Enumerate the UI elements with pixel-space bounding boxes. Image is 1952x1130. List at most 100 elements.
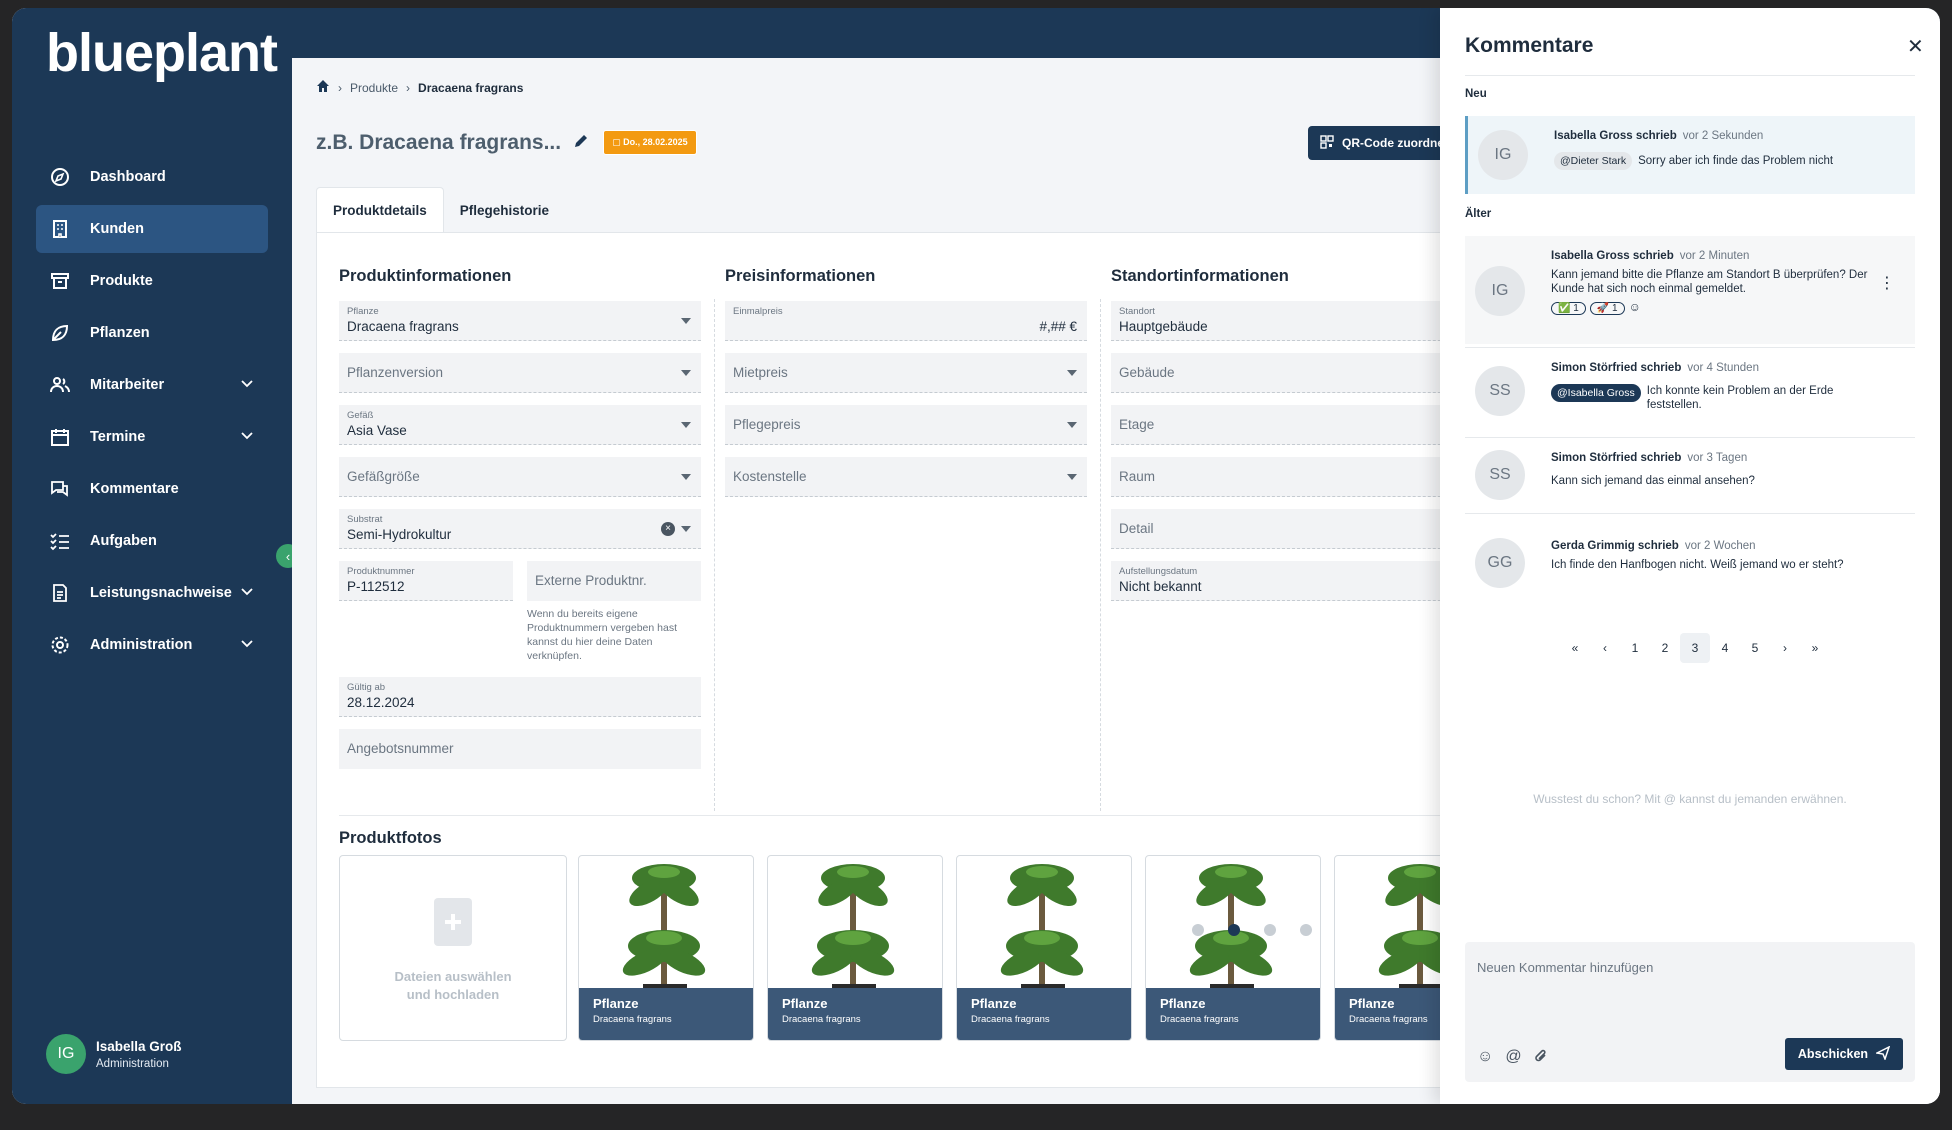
photo-card[interactable]: Pflanze Dracaena fragrans (767, 855, 943, 1041)
reaction-badge[interactable]: 🚀 1 (1589, 302, 1625, 315)
first-page-icon[interactable]: « (1560, 633, 1590, 663)
users-icon (50, 375, 70, 395)
attachment-icon[interactable] (1534, 1048, 1548, 1069)
divider (339, 815, 1489, 816)
next-page-icon[interactable]: › (1770, 633, 1800, 663)
mention-badge[interactable]: @Isabella Gross (1551, 384, 1641, 402)
photo-card[interactable]: Pflanze Dracaena fragrans (1145, 855, 1321, 1041)
details-card: Produktinformationen Preisinformationen … (316, 232, 1516, 1088)
raum-field[interactable]: Raum (1111, 457, 1471, 497)
last-page-icon[interactable]: » (1800, 633, 1830, 663)
carousel-dot[interactable] (1264, 924, 1276, 936)
photo-subtitle: Dracaena fragrans (971, 1014, 1050, 1025)
kostenstelle-select[interactable]: Kostenstelle (725, 457, 1087, 497)
sidebar-item-produkte[interactable]: Produkte (36, 257, 268, 305)
etage-field[interactable]: Etage (1111, 405, 1471, 445)
field-value: 28.12.2024 (347, 695, 415, 710)
comment-item[interactable]: IG Isabella Gross schrieb vor 2 Sekunden … (1465, 116, 1915, 194)
pflegepreis-select[interactable]: Pflegepreis (725, 405, 1087, 445)
pflanzenversion-select[interactable]: Pflanzenversion (339, 353, 701, 393)
field-hint: Wenn du bereits eigene Produktnummern ve… (527, 608, 677, 662)
edit-icon[interactable] (573, 131, 589, 155)
sidebar-item-termine[interactable]: Termine (36, 413, 268, 461)
sidebar-item-kommentare[interactable]: Kommentare (36, 465, 268, 513)
comment-input[interactable]: Neuen Kommentar hinzufügen (1477, 960, 1653, 975)
page-5[interactable]: 5 (1740, 633, 1770, 663)
caret-down-icon (681, 318, 691, 324)
page-1[interactable]: 1 (1620, 633, 1650, 663)
sidebar-item-label: Mitarbeiter (90, 377, 165, 393)
prev-page-icon[interactable]: ‹ (1590, 633, 1620, 663)
sidebar: blueplant Dashboard Kunden Produkte Pfla… (12, 8, 292, 1104)
mention-icon[interactable]: @ (1505, 1048, 1521, 1069)
mention-badge[interactable]: @Dieter Stark (1554, 152, 1633, 170)
field-placeholder: Etage (1119, 417, 1155, 432)
upload-dropzone[interactable]: Dateien auswählen und hochladen (339, 855, 567, 1041)
gefaessgroesse-select[interactable]: Gefäßgröße (339, 457, 701, 497)
aufstellungsdatum-field[interactable]: Aufstellungsdatum Nicht bekannt (1111, 561, 1471, 601)
carousel-dot[interactable] (1192, 924, 1204, 936)
user-profile[interactable]: IG Isabella Groß Administration (46, 1034, 182, 1074)
comment-composer[interactable]: Neuen Kommentar hinzufügen ☺ @ Abschicke… (1465, 942, 1915, 1082)
carousel-dot-active[interactable] (1228, 924, 1240, 936)
comment-item[interactable]: GG Gerda Grimmig schrieb vor 2 Wochen Ich… (1465, 526, 1915, 602)
home-icon[interactable] (316, 79, 330, 96)
angebotsnummer-field[interactable]: Angebotsnummer (339, 729, 701, 769)
gebaeude-field[interactable]: Gebäude (1111, 353, 1471, 393)
mietpreis-select[interactable]: Mietpreis (725, 353, 1087, 393)
comment-item[interactable]: SS Simon Störfried schrieb vor 3 Tagen Ka… (1465, 438, 1915, 514)
pflanze-select[interactable]: Pflanze Dracaena fragrans (339, 301, 701, 341)
detail-field[interactable]: Detail (1111, 509, 1471, 549)
chevron-down-icon[interactable] (240, 637, 254, 655)
photo-title: Pflanze (1160, 996, 1206, 1011)
page-4[interactable]: 4 (1710, 633, 1740, 663)
sidebar-item-label: Aufgaben (90, 533, 157, 549)
page-3[interactable]: 3 (1680, 633, 1710, 663)
field-value: #,## € (1039, 319, 1077, 334)
comment-text: Kann jemand bitte die Pflanze am Standor… (1551, 269, 1868, 295)
reaction-badge[interactable]: ✅ 1 (1551, 302, 1586, 315)
sidebar-item-aufgaben[interactable]: Aufgaben (36, 517, 268, 565)
standort-field[interactable]: Standort Hauptgebäude (1111, 301, 1471, 341)
comment-time: vor 3 Tagen (1687, 452, 1748, 464)
tab-pflegehistorie[interactable]: Pflegehistorie (444, 187, 565, 233)
chevron-down-icon[interactable] (240, 429, 254, 447)
sidebar-item-pflanzen[interactable]: Pflanzen (36, 309, 268, 357)
close-icon[interactable]: ✕ (1907, 34, 1924, 59)
photo-card[interactable]: Pflanze Dracaena fragrans (956, 855, 1132, 1041)
qr-code-button[interactable]: QR-Code zuordnen (1308, 126, 1458, 160)
send-button[interactable]: Abschicken (1785, 1038, 1903, 1070)
sidebar-item-dashboard[interactable]: Dashboard (36, 153, 268, 201)
chevron-down-icon[interactable] (240, 377, 254, 395)
send-button-label: Abschicken (1797, 1047, 1869, 1061)
sidebar-item-label: Leistungsnachweise (90, 585, 232, 601)
sidebar-item-kunden[interactable]: Kunden (36, 205, 268, 253)
gefaess-select[interactable]: Gefäß Asia Vase (339, 405, 701, 445)
emoji-icon[interactable]: ☺ (1477, 1048, 1493, 1069)
field-label: Substrat (347, 514, 383, 525)
photo-card[interactable]: Pflanze Dracaena fragrans (578, 855, 754, 1041)
produktnummer-field[interactable]: Produktnummer P-112512 (339, 561, 513, 601)
leaf-icon (50, 323, 70, 343)
sidebar-item-mitarbeiter[interactable]: Mitarbeiter (36, 361, 268, 409)
clear-icon[interactable]: × (661, 522, 675, 536)
page-2[interactable]: 2 (1650, 633, 1680, 663)
einmalpreis-field[interactable]: Einmalpreis #,## € (725, 301, 1087, 341)
sidebar-item-label: Kommentare (90, 481, 179, 497)
section-title: Produktfotos (339, 829, 442, 847)
externe-produktnummer-field[interactable]: Externe Produktnr. (527, 561, 701, 601)
carousel-dot[interactable] (1300, 924, 1312, 936)
tab-produktdetails[interactable]: Produktdetails (316, 187, 444, 233)
comment-item[interactable]: SS Simon Störfried schrieb vor 4 Stunden … (1465, 348, 1915, 444)
gueltig-ab-field[interactable]: Gültig ab 28.12.2024 (339, 677, 701, 717)
sidebar-item-label: Administration (90, 637, 193, 653)
breadcrumb-item[interactable]: Produkte (350, 81, 398, 95)
substrat-select[interactable]: Substrat Semi-Hydrokultur × (339, 509, 701, 549)
sidebar-item-administration[interactable]: Administration (36, 621, 268, 669)
comment-item[interactable]: IG Isabella Gross schrieb vor 2 Minuten K… (1465, 236, 1915, 344)
add-reaction-icon[interactable]: ☺ (1629, 300, 1641, 314)
more-options-icon[interactable]: ⋮ (1879, 276, 1895, 292)
avatar: IG (46, 1034, 86, 1074)
sidebar-item-leistungsnachweise[interactable]: Leistungsnachweise (36, 569, 268, 617)
chevron-down-icon[interactable] (240, 585, 254, 603)
